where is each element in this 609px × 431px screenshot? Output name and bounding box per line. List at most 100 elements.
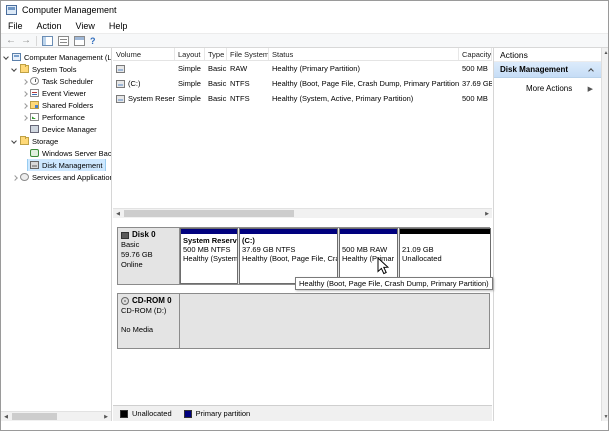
vertical-scrollbar[interactable]: ▲ ▼ <box>601 48 608 421</box>
cdrom-0-label[interactable]: CD-ROM 0 CD-ROM (D:) No Media <box>118 294 180 348</box>
chevron-right-icon[interactable] <box>21 78 28 85</box>
column-header-capacity[interactable]: Capacity <box>459 48 492 60</box>
more-actions-label: More Actions <box>526 84 573 93</box>
chevron-right-icon[interactable] <box>21 102 28 109</box>
volume-list-header: Volume Layout Type File System Status Ca… <box>113 48 492 61</box>
computer-icon <box>12 53 21 61</box>
disk-management-icon <box>30 161 39 169</box>
tree-item-windows-server-backup[interactable]: Windows Server Backup <box>1 147 111 159</box>
partition-size: 21.09 GB <box>402 245 434 254</box>
partition-size: 500 MB RAW <box>342 245 388 254</box>
scroll-left-icon[interactable]: ◀ <box>1 412 11 421</box>
partition-status: Healthy (Boot, Page File, Cras <box>242 254 338 263</box>
scrollbar-thumb[interactable] <box>124 210 294 217</box>
tree-item-storage[interactable]: Storage <box>1 135 111 147</box>
console-tree-panel: Computer Management (Local System Tools … <box>1 48 112 421</box>
tree-item-task-scheduler[interactable]: Task Scheduler <box>1 75 111 87</box>
volume-list-horizontal-scrollbar[interactable]: ◀ ▶ <box>113 208 492 218</box>
volume-capacity: 37.69 GB <box>462 79 492 88</box>
primary-partition-color-swatch <box>183 409 192 418</box>
unallocated-color-swatch <box>120 409 128 418</box>
tree-item-label: Computer Management (Local <box>24 52 111 62</box>
chevron-down-icon[interactable] <box>11 138 18 145</box>
scroll-left-icon[interactable]: ◀ <box>113 209 123 218</box>
volume-icon <box>116 79 125 88</box>
primary-partition-stripe <box>240 229 337 234</box>
tree-item-system-tools[interactable]: System Tools <box>1 63 111 75</box>
partition-title: System Reserv <box>183 236 237 245</box>
tree-item-label: Windows Server Backup <box>42 148 111 158</box>
chevron-right-icon[interactable] <box>11 174 18 181</box>
disk-status: Online <box>121 260 143 269</box>
chevron-right-icon[interactable] <box>21 114 28 121</box>
menu-file[interactable]: File <box>1 20 30 32</box>
disk-0-label[interactable]: Disk 0 Basic 59.76 GB Online <box>118 228 180 284</box>
console-tree: Computer Management (Local System Tools … <box>1 48 111 183</box>
event-viewer-icon <box>30 89 39 97</box>
chevron-down-icon[interactable] <box>3 54 10 61</box>
help-icon[interactable]: ? <box>90 36 96 46</box>
volume-type: Basic <box>208 79 227 88</box>
chevron-right-icon[interactable] <box>21 90 28 97</box>
menu-help[interactable]: Help <box>102 20 135 32</box>
volume-row[interactable]: System Reserved Simple Basic NTFS Health… <box>113 91 492 106</box>
forward-arrow-icon[interactable]: → <box>21 35 31 47</box>
chevron-up-icon[interactable] <box>588 66 595 73</box>
actions-section-label: Disk Management <box>500 65 569 74</box>
services-icon <box>20 173 29 181</box>
volume-file-system: NTFS <box>230 94 250 103</box>
title-bar: Computer Management <box>1 1 608 19</box>
column-header-status[interactable]: Status <box>269 48 459 60</box>
tree-horizontal-scrollbar[interactable]: ◀ ▶ <box>1 411 111 421</box>
volume-status: Healthy (Boot, Page File, Crash Dump, Pr… <box>272 79 459 88</box>
back-arrow-icon[interactable]: ← <box>6 35 16 47</box>
menu-action[interactable]: Action <box>30 20 69 32</box>
volume-layout: Simple <box>178 79 201 88</box>
scroll-right-icon[interactable]: ▶ <box>101 412 111 421</box>
tree-item-event-viewer[interactable]: Event Viewer <box>1 87 111 99</box>
legend-label: Primary partition <box>195 409 251 418</box>
show-console-tree-icon[interactable] <box>42 35 53 46</box>
tree-item-computer-management[interactable]: Computer Management (Local <box>1 51 111 63</box>
folder-icon <box>20 136 29 145</box>
more-actions-item[interactable]: More Actions ▶ <box>494 78 601 93</box>
chevron-down-icon[interactable] <box>11 66 18 73</box>
tree-item-disk-management[interactable]: Disk Management <box>1 159 111 171</box>
partition-legend: Unallocated Primary partition <box>113 405 492 421</box>
tree-item-performance[interactable]: Performance <box>1 111 111 123</box>
scroll-down-icon[interactable]: ▼ <box>602 412 608 421</box>
cdrom-0-row: CD-ROM 0 CD-ROM (D:) No Media <box>117 293 490 349</box>
export-list-icon[interactable] <box>58 35 69 46</box>
menu-view[interactable]: View <box>69 20 102 32</box>
column-header-volume[interactable]: Volume <box>113 48 175 60</box>
actions-section-disk-management[interactable]: Disk Management <box>494 62 601 78</box>
properties-icon[interactable] <box>74 35 85 46</box>
column-header-type[interactable]: Type <box>205 48 227 60</box>
column-header-layout[interactable]: Layout <box>175 48 205 60</box>
tree-item-label: Performance <box>42 112 85 122</box>
tree-item-shared-folders[interactable]: Shared Folders <box>1 99 111 111</box>
volume-row[interactable]: (C:) Simple Basic NTFS Healthy (Boot, Pa… <box>113 76 492 91</box>
column-header-file-system[interactable]: File System <box>227 48 269 60</box>
disk-size: 59.76 GB <box>121 250 153 259</box>
volume-file-system: NTFS <box>230 79 250 88</box>
scrollbar-thumb[interactable] <box>12 413 57 420</box>
tree-item-device-manager[interactable]: Device Manager <box>1 123 111 135</box>
window-title: Computer Management <box>22 5 117 15</box>
performance-icon <box>30 113 39 121</box>
volume-row[interactable]: Simple Basic RAW Healthy (Primary Partit… <box>113 61 492 76</box>
scroll-up-icon[interactable]: ▲ <box>602 48 608 57</box>
scroll-right-icon[interactable]: ▶ <box>482 209 492 218</box>
tree-item-label: Services and Applications <box>32 172 111 182</box>
partition-title <box>342 236 395 245</box>
shared-folders-icon <box>30 101 39 109</box>
partition-unallocated[interactable]: 21.09 GB Unallocated <box>399 228 491 284</box>
partition-raw[interactable]: 500 MB RAW Healthy (Primar <box>339 228 398 284</box>
tree-item-services-and-applications[interactable]: Services and Applications <box>1 171 111 183</box>
partition-c-drive[interactable]: (C:) 37.69 GB NTFS Healthy (Boot, Page F… <box>239 228 338 284</box>
primary-partition-stripe <box>340 229 397 234</box>
partition-system-reserved[interactable]: System Reserv 500 MB NTFS Healthy (Syste… <box>180 228 238 284</box>
tree-item-label: Storage <box>32 136 59 146</box>
disk-name: Disk 0 <box>132 230 156 239</box>
primary-partition-stripe <box>181 229 237 234</box>
